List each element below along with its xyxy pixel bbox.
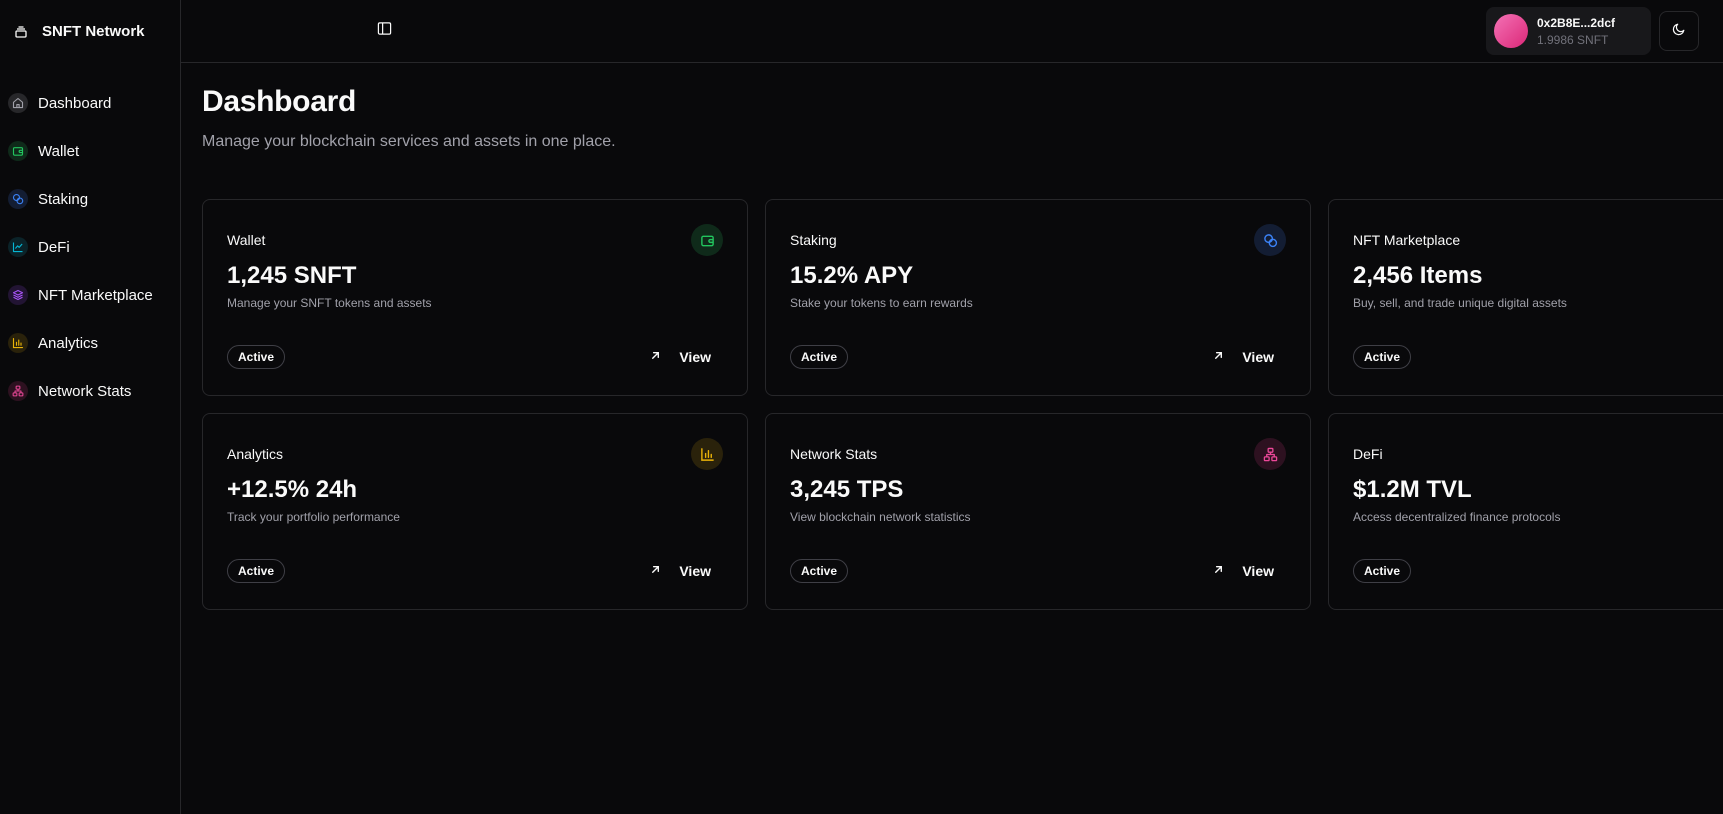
wallet-icon (8, 141, 28, 161)
trend-line-icon (8, 237, 28, 257)
card-description: View blockchain network statistics (790, 510, 971, 524)
page-subtitle: Manage your blockchain services and asse… (202, 133, 616, 150)
sidebar: SNFT Network Dashboard Wallet Staking De… (0, 0, 181, 814)
sidebar-item-staking[interactable]: Staking (0, 175, 180, 223)
status-badge: Active (227, 345, 286, 369)
view-button-label: View (679, 349, 711, 365)
brand-title: SNFT Network (42, 23, 145, 40)
sidebar-item-label: DeFi (38, 238, 70, 256)
service-card-staking: Staking 15.2% APY Stake your tokens to e… (765, 199, 1311, 396)
sidebar-item-label: Staking (38, 190, 89, 208)
card-title: DeFi (1353, 446, 1383, 462)
page-title: Dashboard (202, 85, 356, 118)
status-badge: Active (1353, 345, 1412, 369)
moon-icon (1672, 22, 1686, 41)
card-title: Analytics (227, 446, 284, 462)
account-button[interactable]: 0x2B8E...2dcf 1.9986 SNFT (1486, 7, 1651, 55)
sidebar-item-network-stats[interactable]: Network Stats (0, 367, 180, 415)
view-button[interactable]: View (637, 557, 723, 585)
service-cards-grid: Wallet 1,245 SNFT Manage your SNFT token… (202, 199, 1723, 610)
topbar: 0x2B8E...2dcf 1.9986 SNFT (181, 0, 1723, 63)
main-area: 0x2B8E...2dcf 1.9986 SNFT Dashboard Mana… (181, 0, 1723, 814)
card-description: Manage your SNFT tokens and assets (227, 296, 432, 310)
status-badge: Active (227, 559, 286, 583)
card-title: Network Stats (790, 446, 878, 462)
view-button-label: View (1242, 563, 1274, 579)
dashboard-content: Dashboard Manage your blockchain service… (181, 63, 1723, 610)
arrow-up-right-icon (1212, 563, 1225, 579)
arrow-up-right-icon (649, 349, 662, 365)
arrow-up-right-icon (649, 563, 662, 579)
sidebar-item-label: Analytics (38, 334, 99, 352)
card-description: Track your portfolio performance (227, 510, 400, 524)
service-card-defi: DeFi $1.2M TVL Access decentralized fina… (1328, 413, 1723, 610)
sidebar-item-nft-marketplace[interactable]: NFT Marketplace (0, 271, 180, 319)
view-button[interactable]: View (1200, 343, 1286, 371)
card-value: 3,245 TPS (790, 476, 904, 503)
wallet-icon (691, 224, 723, 256)
account-balance: 1.9986 SNFT (1537, 32, 1609, 47)
card-value: 2,456 Items (1353, 262, 1483, 289)
panel-left-icon (377, 21, 392, 41)
sidebar-item-label: NFT Marketplace (38, 286, 153, 304)
sidebar-item-wallet[interactable]: Wallet (0, 127, 180, 175)
card-value: 1,245 SNFT (227, 262, 357, 289)
network-icon (1254, 438, 1286, 470)
card-value: $1.2M TVL (1353, 476, 1472, 503)
coins-icon (8, 189, 28, 209)
sidebar-toggle-button[interactable] (375, 22, 393, 40)
card-value: +12.5% 24h (227, 476, 358, 503)
card-description: Buy, sell, and trade unique digital asse… (1353, 296, 1567, 310)
sidebar-nav: Dashboard Wallet Staking DeFi NFT Market… (0, 63, 180, 415)
status-badge: Active (1353, 559, 1412, 583)
sidebar-item-defi[interactable]: DeFi (0, 223, 180, 271)
view-button[interactable]: View (637, 343, 723, 371)
account-address: 0x2B8E...2dcf (1537, 15, 1616, 30)
status-badge: Active (790, 559, 849, 583)
card-value: 15.2% APY (790, 262, 914, 289)
layers-icon (8, 285, 28, 305)
brand[interactable]: SNFT Network (0, 0, 180, 63)
sidebar-item-dashboard[interactable]: Dashboard (0, 79, 180, 127)
layers-stack-icon (14, 25, 28, 39)
coins-icon (1254, 224, 1286, 256)
home-icon (8, 93, 28, 113)
theme-toggle-button[interactable] (1659, 11, 1699, 51)
service-card-analytics: Analytics +12.5% 24h Track your portfoli… (202, 413, 748, 610)
view-button-label: View (1242, 349, 1274, 365)
card-title: Wallet (227, 232, 266, 248)
status-badge: Active (790, 345, 849, 369)
card-description: Access decentralized finance protocols (1353, 510, 1561, 524)
network-icon (8, 381, 28, 401)
view-button[interactable]: View (1200, 557, 1286, 585)
card-description: Stake your tokens to earn rewards (790, 296, 973, 310)
arrow-up-right-icon (1212, 349, 1225, 365)
view-button-label: View (679, 563, 711, 579)
sidebar-item-label: Wallet (38, 142, 80, 160)
avatar (1494, 14, 1528, 48)
card-title: Staking (790, 232, 837, 248)
card-title: NFT Marketplace (1353, 232, 1461, 248)
service-card-nft-marketplace: NFT Marketplace 2,456 Items Buy, sell, a… (1328, 199, 1723, 396)
bar-chart-icon (8, 333, 28, 353)
sidebar-item-label: Dashboard (38, 94, 112, 112)
sidebar-item-label: Network Stats (38, 382, 132, 400)
bar-chart-icon (691, 438, 723, 470)
service-card-network-stats: Network Stats 3,245 TPS View blockchain … (765, 413, 1311, 610)
service-card-wallet: Wallet 1,245 SNFT Manage your SNFT token… (202, 199, 748, 396)
sidebar-item-analytics[interactable]: Analytics (0, 319, 180, 367)
